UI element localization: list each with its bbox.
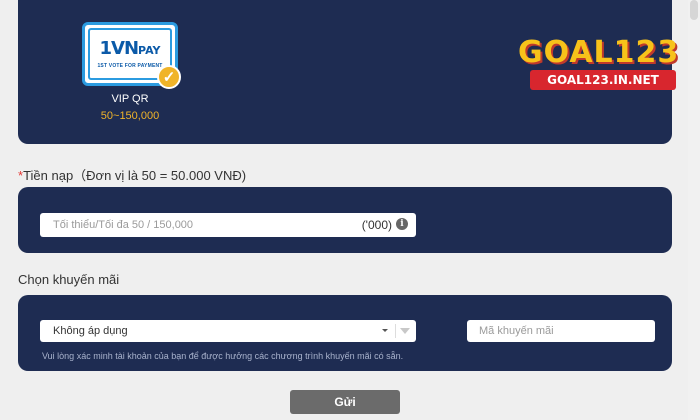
goal123-logo: GOAL123 GOAL123.IN.NET (518, 36, 686, 96)
amount-unit: ('000) (361, 218, 392, 232)
brand-domain: GOAL123.IN.NET (530, 70, 676, 90)
amount-field[interactable]: ('000) i (40, 213, 416, 237)
checkmark-icon: ✓ (157, 65, 181, 89)
promo-select[interactable]: Không áp dụng (40, 320, 416, 342)
chevron-down-icon[interactable] (400, 328, 410, 334)
scrollbar[interactable] (688, 0, 700, 420)
amount-panel: ('000) i (18, 187, 672, 253)
promo-code-input[interactable] (467, 320, 655, 342)
promo-label: Chọn khuyến mãi (18, 272, 120, 287)
amount-label-text: Tiền nạp（Đơn vị là 50 = 50.000 VNĐ) (23, 168, 247, 183)
amount-input[interactable] (40, 213, 340, 237)
payment-method-range: 50~150,000 (100, 110, 160, 122)
promo-note: Vui lòng xác minh tài khoản của bạn để đ… (42, 351, 404, 361)
brand-name: GOAL123 (518, 35, 680, 70)
submit-button[interactable]: Gửi (290, 390, 400, 414)
payment-method-1vnpay[interactable]: 1VNPAY 1ST VOTE FOR PAYMENT ✓ (82, 22, 181, 89)
amount-label: *Tiền nạp（Đơn vị là 50 = 50.000 VNĐ) (18, 165, 246, 184)
logo-pay-text: PAY (138, 44, 161, 57)
select-divider (395, 324, 396, 338)
payment-method-name: VIP QR (111, 93, 149, 105)
logo-tagline: 1ST VOTE FOR PAYMENT (97, 63, 163, 69)
caret-down-icon (382, 329, 388, 332)
info-icon[interactable]: i (396, 218, 408, 230)
payment-methods-panel: 1VNPAY 1ST VOTE FOR PAYMENT ✓ VIP QR 50~… (18, 0, 678, 144)
logo-text: 1VN (99, 38, 139, 59)
scrollbar-thumb[interactable] (690, 0, 698, 20)
promo-select-value: Không áp dụng (53, 325, 128, 337)
promo-panel: Không áp dụng Vui lòng xác minh tài khoả… (18, 295, 672, 371)
